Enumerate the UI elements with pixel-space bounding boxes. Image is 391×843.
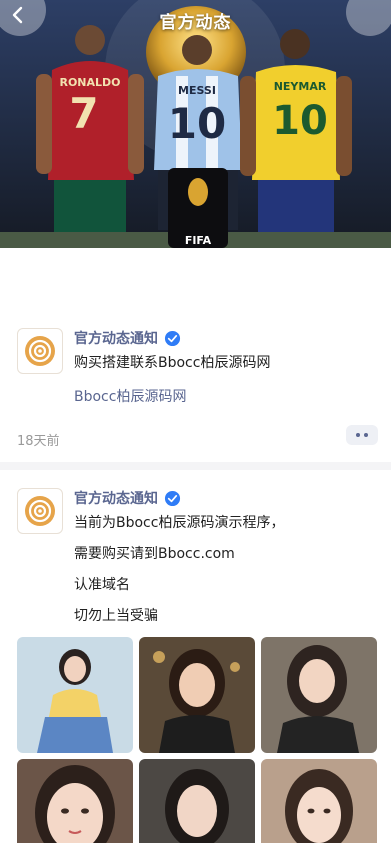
- section-divider: [0, 462, 391, 470]
- portrait-photo: [139, 637, 255, 753]
- app-logo-icon: [25, 496, 55, 526]
- player-left-name: RONALDO: [59, 76, 120, 89]
- dot-icon: [356, 433, 360, 437]
- portrait-photo: [261, 637, 377, 753]
- dot-icon: [364, 433, 368, 437]
- post-time: 18天前: [17, 434, 60, 449]
- post-content-line: 切勿上当受骗: [74, 608, 158, 624]
- post-link[interactable]: Bbocc柏辰源码网: [74, 386, 186, 406]
- verified-badge-icon: [164, 330, 181, 346]
- post-content: 购买搭建联系Bbocc柏辰源码网: [74, 355, 271, 371]
- portrait-photo: [17, 637, 133, 753]
- verified-badge-icon: [164, 490, 181, 506]
- post-photo[interactable]: [139, 759, 255, 843]
- post-content-line: 认准域名: [74, 577, 130, 593]
- fifa-logo-text: FIFA: [185, 234, 212, 247]
- football-players-banner-image: RONALDO 7 MESSI 10 NEYMAR 10 FIFA: [0, 0, 391, 248]
- author-name[interactable]: 官方动态通知: [74, 488, 158, 508]
- post-photo[interactable]: [261, 759, 377, 843]
- player-right-name: NEYMAR: [274, 80, 327, 93]
- player-center-name: MESSI: [178, 84, 216, 97]
- post-content-line: 当前为Bbocc柏辰源码演示程序，: [74, 515, 285, 531]
- player-center-number: 10: [168, 99, 226, 148]
- portrait-photo: [17, 759, 133, 843]
- avatar[interactable]: [17, 488, 63, 534]
- portrait-photo: [261, 759, 377, 843]
- author-name[interactable]: 官方动态通知: [74, 328, 158, 348]
- portrait-photo: [139, 759, 255, 843]
- avatar[interactable]: [17, 328, 63, 374]
- post-photo[interactable]: [261, 637, 377, 753]
- post-photo[interactable]: [139, 637, 255, 753]
- post-photo[interactable]: [17, 637, 133, 753]
- page-title: 官方动态: [159, 13, 232, 33]
- post-content-line: 需要购买请到Bbocc.com: [74, 546, 235, 562]
- more-options-button[interactable]: [346, 425, 378, 445]
- post-photo[interactable]: [17, 759, 133, 843]
- app-logo-icon: [25, 336, 55, 366]
- player-right-number: 10: [272, 98, 328, 144]
- player-left-number: 7: [69, 89, 98, 138]
- header-banner: RONALDO 7 MESSI 10 NEYMAR 10 FIFA 官方动态: [0, 0, 391, 248]
